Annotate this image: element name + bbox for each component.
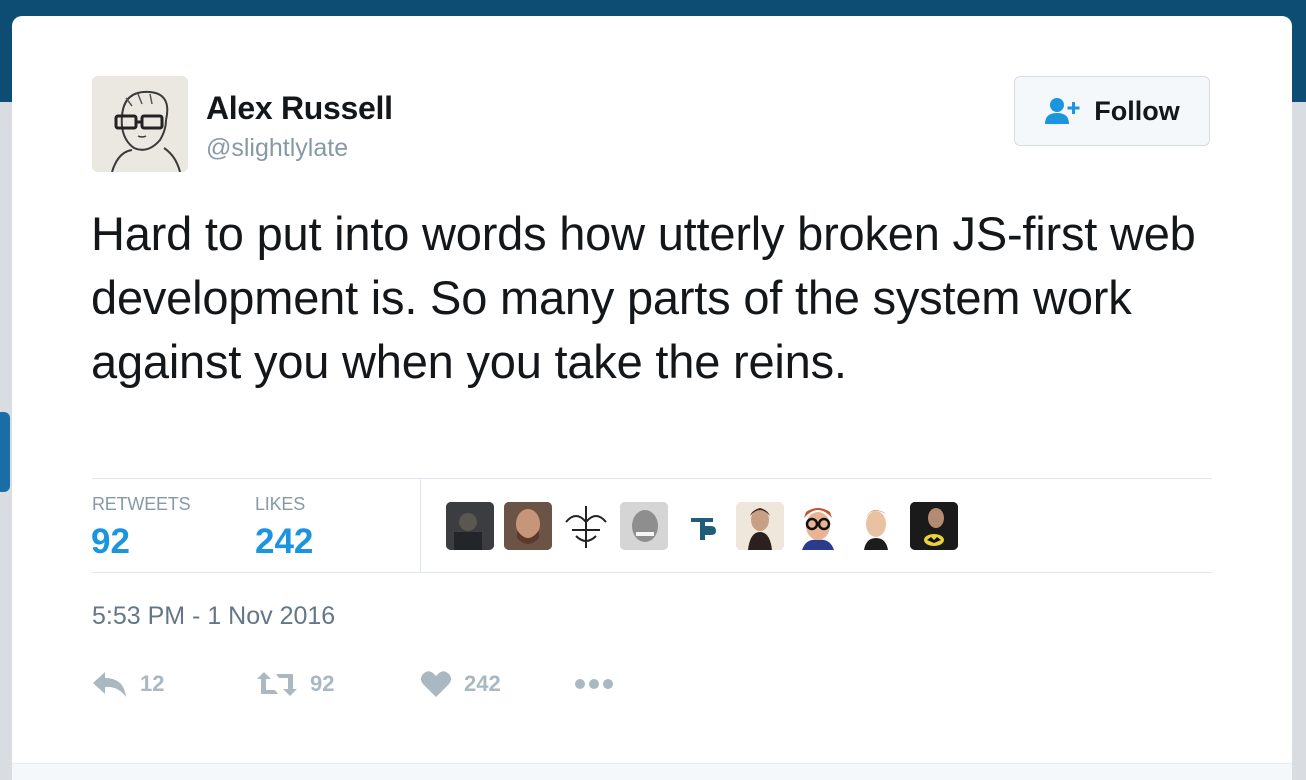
- retweet-count: 92: [310, 671, 335, 696]
- add-user-icon: [1045, 98, 1080, 124]
- like-count: 242: [464, 671, 501, 696]
- liker-avatar-batman-shirt[interactable]: [910, 502, 958, 550]
- likes-label[interactable]: LIKES: [255, 494, 305, 515]
- liker-avatar-woman[interactable]: [736, 502, 784, 550]
- stats-top-divider: [92, 478, 1212, 479]
- sketch-portrait-icon: [92, 76, 188, 172]
- liker-avatar-dark[interactable]: [446, 502, 494, 550]
- author-name[interactable]: Alex Russell: [206, 90, 393, 127]
- card-footer: [12, 763, 1292, 780]
- liker-avatar-sketch[interactable]: [562, 502, 610, 550]
- stats-bottom-divider: [92, 572, 1212, 573]
- reply-count: 12: [140, 671, 165, 696]
- liker-avatar-logo-p[interactable]: [678, 502, 726, 550]
- likes-count[interactable]: 242: [255, 522, 313, 562]
- reply-button[interactable]: 12: [92, 666, 164, 702]
- more-button[interactable]: [574, 666, 614, 702]
- retweets-label[interactable]: RETWEETS: [92, 494, 191, 515]
- follow-button-label: Follow: [1094, 95, 1180, 126]
- author-handle[interactable]: @slightlylate: [206, 134, 348, 163]
- follow-button[interactable]: Follow: [1014, 76, 1210, 146]
- retweet-button[interactable]: 92: [256, 666, 334, 702]
- liker-avatar-bearded[interactable]: [504, 502, 552, 550]
- tweet-card: Alex Russell @slightlylate Follow Hard t…: [12, 16, 1292, 780]
- reply-icon: [93, 672, 126, 697]
- tweet-text: Hard to put into words how utterly broke…: [91, 207, 1196, 388]
- background-accent: [0, 412, 10, 492]
- retweets-count[interactable]: 92: [91, 522, 130, 562]
- author-avatar[interactable]: [92, 76, 188, 172]
- tweet-timestamp[interactable]: 5:53 PM - 1 Nov 2016: [92, 602, 335, 631]
- retweet-icon: [257, 672, 297, 696]
- stats-vertical-divider: [420, 479, 421, 572]
- heart-icon: [421, 671, 451, 697]
- liker-avatar-blond[interactable]: [852, 502, 900, 550]
- liker-avatar-bw[interactable]: [620, 502, 668, 550]
- like-button[interactable]: 242: [420, 666, 501, 702]
- more-dots-icon: [575, 679, 613, 689]
- liker-avatar-glasses[interactable]: [794, 502, 842, 550]
